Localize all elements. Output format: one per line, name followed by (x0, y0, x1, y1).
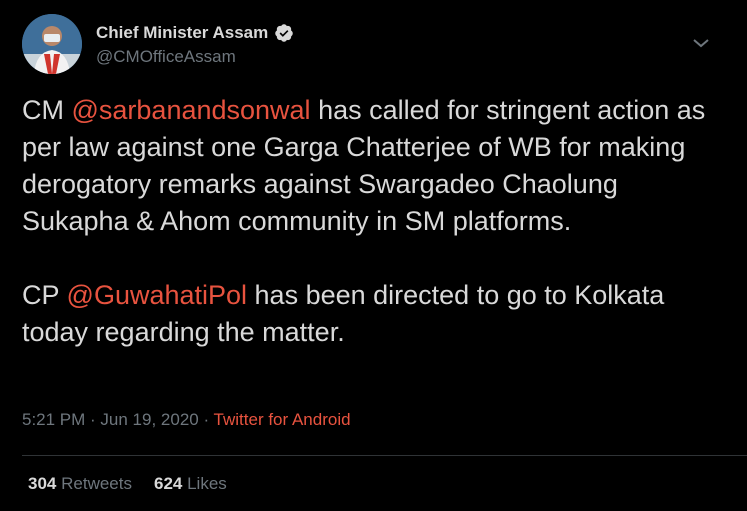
tweet-card: Chief Minister Assam @CMOfficeAssam CM @… (0, 0, 747, 511)
tweet-paragraph: CP @GuwahatiPol has been directed to go … (22, 277, 722, 351)
retweets-stat[interactable]: 304 Retweets (28, 474, 132, 493)
meta-separator: · (85, 410, 101, 429)
user-names: Chief Minister Assam @CMOfficeAssam (96, 22, 294, 67)
tweet-text: CM @sarbanandsonwal has called for strin… (22, 92, 722, 351)
likes-stat[interactable]: 624 Likes (154, 474, 227, 493)
display-name[interactable]: Chief Minister Assam (96, 23, 268, 43)
divider (22, 455, 747, 456)
likes-count: 624 (153, 474, 183, 493)
tweet-source-link[interactable]: Twitter for Android (214, 410, 351, 429)
tweet-stats: 304 Retweets 624 Likes (28, 474, 227, 494)
retweets-label: Retweets (61, 474, 132, 493)
tweet-header: Chief Minister Assam @CMOfficeAssam (22, 14, 722, 76)
tweet-date[interactable]: Jun 19, 2020 (100, 410, 198, 429)
mention-link[interactable]: @GuwahatiPol (67, 280, 248, 310)
profile-photo-icon (22, 14, 82, 74)
text-segment: CM (22, 95, 72, 125)
verified-badge-icon (274, 23, 294, 43)
display-name-row: Chief Minister Assam (96, 22, 294, 44)
user-handle[interactable]: @CMOfficeAssam (96, 47, 294, 67)
meta-separator: · (198, 410, 214, 429)
tweet-time[interactable]: 5:21 PM (22, 410, 85, 429)
text-segment: CP (22, 280, 67, 310)
likes-label: Likes (187, 474, 227, 493)
mention-link[interactable]: @sarbanandsonwal (72, 95, 311, 125)
chevron-down-icon[interactable] (692, 36, 710, 48)
retweets-count: 304 (28, 474, 57, 493)
avatar[interactable] (22, 14, 82, 74)
tweet-paragraph: CM @sarbanandsonwal has called for strin… (22, 92, 722, 240)
tweet-meta: 5:21 PM · Jun 19, 2020 · Twitter for And… (22, 410, 351, 430)
